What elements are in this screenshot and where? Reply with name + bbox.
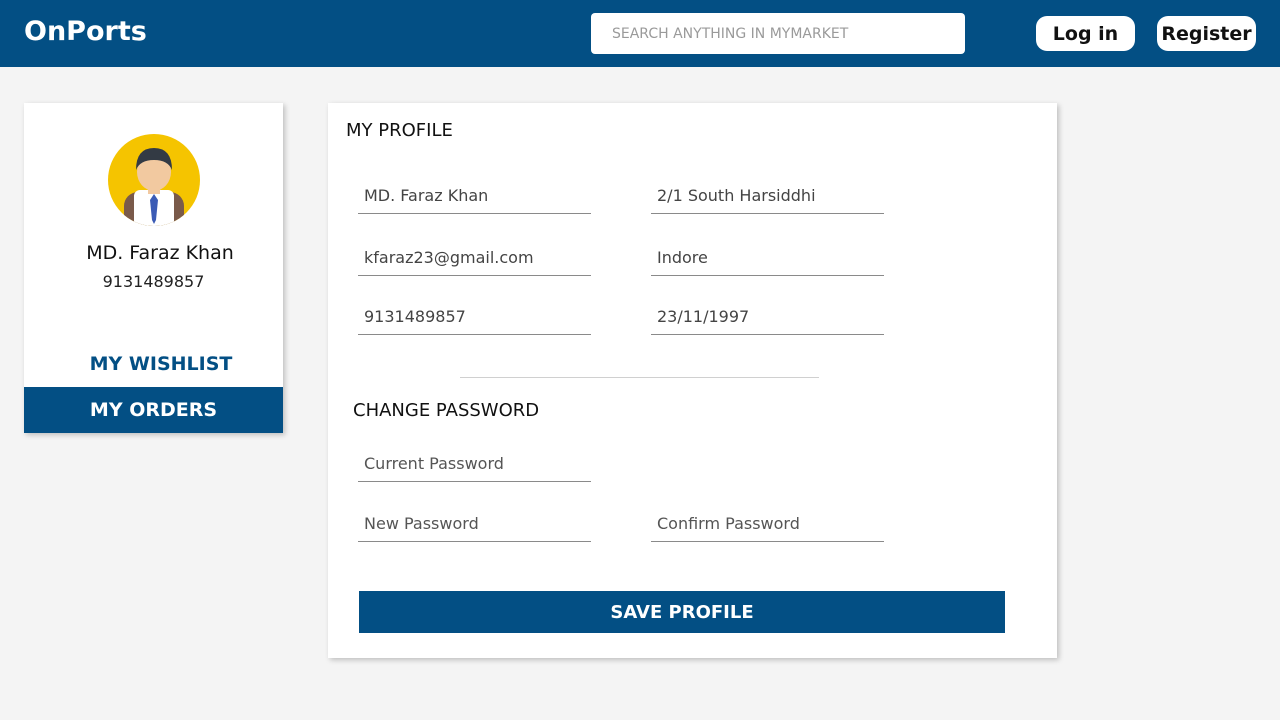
city-field[interactable] — [651, 240, 884, 276]
new-password-field[interactable] — [358, 506, 591, 542]
name-field[interactable] — [358, 178, 591, 214]
login-button[interactable]: Log in — [1036, 16, 1135, 51]
phone-field[interactable] — [358, 299, 591, 335]
register-button[interactable]: Register — [1157, 16, 1256, 51]
user-phone: 9131489857 — [102, 272, 205, 291]
save-profile-button[interactable]: SAVE PROFILE — [359, 591, 1005, 633]
current-password-field[interactable] — [358, 446, 591, 482]
confirm-password-field[interactable] — [651, 506, 884, 542]
email-field[interactable] — [358, 240, 591, 276]
section-divider — [460, 377, 819, 378]
address-field[interactable] — [651, 178, 884, 214]
search-input[interactable] — [591, 13, 965, 54]
profile-form-card: MY PROFILE CHANGE PASSWORD SAVE PROFILE — [328, 103, 1057, 658]
dob-field[interactable] — [651, 299, 884, 335]
my-profile-heading: MY PROFILE — [346, 120, 453, 141]
change-password-heading: CHANGE PASSWORD — [353, 400, 540, 421]
user-name: MD. Faraz Khan — [86, 242, 234, 264]
my-wishlist-link[interactable]: MY WISHLIST — [24, 353, 298, 375]
top-navbar: OnPorts Log in Register — [0, 0, 1280, 67]
user-avatar-icon — [108, 134, 200, 226]
my-orders-button[interactable]: MY ORDERS — [24, 387, 283, 433]
brand-logo[interactable]: OnPorts — [24, 16, 147, 47]
profile-sidebar: MD. Faraz Khan 9131489857 MY WISHLIST MY… — [24, 103, 283, 433]
